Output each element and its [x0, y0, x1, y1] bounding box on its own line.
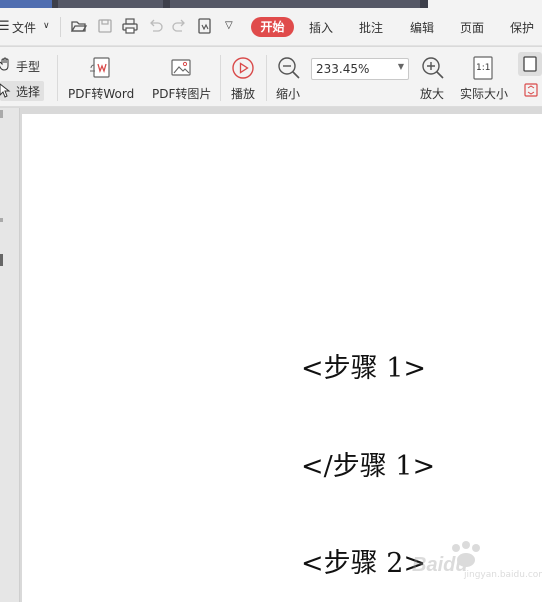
window-tab-strip [0, 0, 542, 8]
left-panel-strip[interactable] [0, 108, 20, 602]
window-tab[interactable] [58, 0, 163, 8]
divider [57, 55, 58, 101]
tab-start[interactable]: 开始 [251, 17, 294, 37]
zoom-level-select[interactable]: 233.45% ▼ [311, 58, 409, 80]
pdf-page: <步骤 1> </步骤 1> <步骤 2> [22, 114, 542, 602]
chevron-down-icon[interactable]: ∨ [43, 21, 50, 31]
zoom-out-icon[interactable] [276, 55, 302, 81]
ribbon-toolbar: 手型 选择 PDF转Word PDF转图片 播放 缩小 233.45% ▼ 放大… [0, 47, 542, 107]
divider [220, 55, 221, 101]
menu-bar: ☰ 文件 ∨ ▽ 开始 插入 批注 编辑 页面 保护 [0, 8, 542, 46]
watermark-text: Baidu [412, 554, 468, 576]
baidu-watermark: Baidu jingyan.baidu.com [412, 540, 542, 584]
cursor-arrow-icon [0, 83, 11, 98]
save-icon[interactable] [96, 17, 114, 35]
file-menu[interactable]: 文件 [12, 19, 36, 36]
hand-icon[interactable] [0, 57, 12, 71]
panel-marker [0, 218, 3, 222]
single-page-view-button[interactable] [518, 52, 542, 76]
continuous-view-icon[interactable] [524, 83, 538, 97]
tab-protect[interactable]: 保护 [510, 19, 534, 36]
watermark-subtext: jingyan.baidu.com [464, 570, 542, 580]
tab-edit[interactable]: 编辑 [410, 19, 434, 36]
pdf-to-word-icon[interactable] [88, 55, 114, 81]
divider [266, 55, 267, 101]
play-icon[interactable] [230, 55, 256, 81]
zoom-in-icon[interactable] [420, 55, 446, 81]
panel-marker [0, 254, 3, 266]
zoom-level-value: 233.45% [316, 62, 370, 76]
document-line: <步骤 2> [301, 548, 427, 579]
play-button[interactable]: 播放 [231, 85, 255, 102]
print-icon[interactable] [121, 17, 139, 35]
redo-icon[interactable] [171, 17, 189, 35]
zoom-out-button[interactable]: 缩小 [276, 85, 300, 102]
document-line: <步骤 1> [301, 353, 427, 384]
pdf-to-word-button[interactable]: PDF转Word [68, 85, 134, 102]
actual-size-button[interactable]: 实际大小 [460, 85, 508, 102]
hamburger-icon[interactable]: ☰ [0, 19, 10, 34]
hand-tool-label[interactable]: 手型 [16, 58, 40, 75]
panel-marker [0, 110, 3, 118]
pdf-to-image-button[interactable]: PDF转图片 [152, 85, 211, 102]
tab-page[interactable]: 页面 [460, 19, 484, 36]
undo-icon[interactable] [146, 17, 164, 35]
export-icon[interactable] [196, 17, 214, 35]
folder-open-icon[interactable] [70, 17, 88, 35]
tab-comment[interactable]: 批注 [359, 19, 383, 36]
actual-size-icon-text: 1:1 [476, 63, 491, 73]
select-tool[interactable]: 选择 [0, 81, 44, 101]
window-tab[interactable] [170, 0, 420, 8]
window-tab[interactable] [0, 0, 52, 8]
window-tab-active[interactable] [428, 0, 542, 8]
divider [60, 17, 61, 37]
tab-insert[interactable]: 插入 [309, 19, 333, 36]
pdf-to-image-icon[interactable] [168, 55, 194, 81]
document-line: </步骤 1> [301, 451, 436, 482]
zoom-in-button[interactable]: 放大 [420, 85, 444, 102]
chevron-down-icon[interactable]: ▼ [398, 62, 404, 71]
dropdown-icon[interactable]: ▽ [225, 20, 233, 31]
select-tool-label: 选择 [16, 85, 41, 99]
